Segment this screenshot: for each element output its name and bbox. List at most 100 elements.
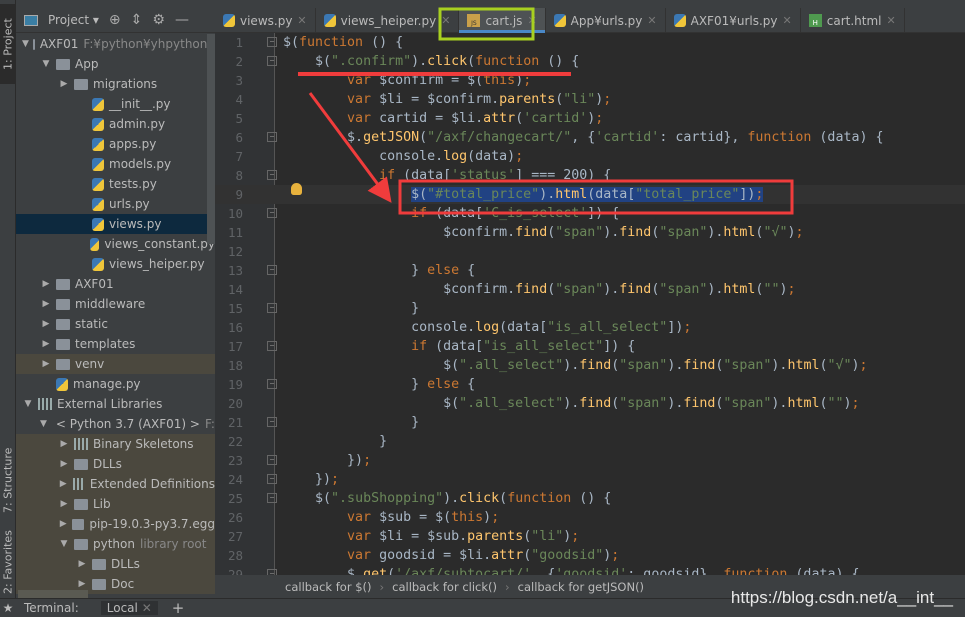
tree-item[interactable]: admin.py (16, 114, 215, 134)
close-icon[interactable]: ✕ (887, 14, 896, 27)
fold-icon[interactable]: − (267, 455, 277, 465)
tab-views-py[interactable]: views.py ✕ (215, 8, 316, 33)
tree-item[interactable]: tests.py (16, 174, 215, 194)
expand-arrow-icon[interactable]: ▶ (40, 299, 52, 309)
tree-item[interactable]: ▶ DLLs (16, 454, 215, 474)
close-icon[interactable]: ✕ (297, 14, 306, 27)
tree-item[interactable]: ▶ DLLs (16, 554, 215, 574)
locate-icon[interactable]: ⊕ (109, 12, 121, 28)
expand-arrow-icon[interactable]: ▶ (58, 459, 70, 469)
tab-cart-html[interactable]: Hcart.html ✕ (801, 8, 905, 33)
code-line[interactable]: 29− $.get('/axf/subtocart/', {'goodsid':… (215, 565, 965, 575)
tree-item[interactable]: views_constant.py (16, 234, 215, 254)
code-line[interactable]: 10 − if (data['C_is_select']) { (215, 204, 965, 223)
code-line[interactable]: 3 var $confirm = $(this); (215, 71, 965, 90)
fold-icon[interactable]: − (267, 493, 277, 503)
star-icon[interactable]: ★ (0, 601, 16, 615)
code-line[interactable]: 20 $(".all_select").find("span").find("s… (215, 394, 965, 413)
code-line[interactable]: 14 $confirm.find("span").find("span").ht… (215, 280, 965, 299)
close-icon[interactable]: ✕ (527, 14, 536, 27)
tree-item[interactable]: ▶ Binary Skeletons (16, 434, 215, 454)
expand-arrow-icon[interactable]: ▶ (58, 479, 69, 489)
expand-arrow-icon[interactable]: ▼ (22, 39, 29, 49)
code-line[interactable]: 6 − $.getJSON("/axf/changecart/", {'carti… (215, 128, 965, 147)
sidebar-horizontal-scrollbar[interactable] (18, 590, 88, 598)
tree-item[interactable]: ▼ App (16, 54, 215, 74)
expand-arrow-icon[interactable]: ▶ (58, 79, 70, 89)
fold-icon[interactable]: − (267, 417, 277, 427)
gear-icon[interactable]: ⚙ (152, 12, 165, 28)
fold-icon[interactable]: − (267, 208, 277, 218)
structure-tool-tab[interactable]: 7: Structure (0, 440, 16, 520)
tree-item[interactable]: urls.py (16, 194, 215, 214)
collapse-all-icon[interactable]: ⇕ (131, 12, 143, 28)
code-line[interactable]: 8 − if (data['status'] === 200) { (215, 166, 965, 185)
terminal-tab-local[interactable]: Local ✕ (100, 601, 158, 615)
project-tool-tab[interactable]: 1: Project (0, 4, 16, 84)
tree-item[interactable]: ▶ templates (16, 334, 215, 354)
expand-arrow-icon[interactable]: ▼ (40, 419, 47, 429)
tree-item[interactable]: ▶ migrations (16, 74, 215, 94)
fold-icon[interactable]: − (267, 132, 277, 142)
code-line[interactable]: 23 − }); (215, 451, 965, 470)
expand-arrow-icon[interactable]: ▼ (58, 539, 70, 549)
lightbulb-icon[interactable] (291, 183, 302, 195)
expand-arrow-icon[interactable]: ▶ (40, 319, 52, 329)
fold-icon[interactable]: − (267, 170, 277, 180)
expand-arrow-icon[interactable]: ▶ (40, 359, 52, 369)
tab-axf01-urls-py[interactable]: AXF01¥urls.py ✕ (666, 8, 801, 33)
tree-item[interactable]: views_heiper.py (16, 254, 215, 274)
favorites-tool-tab[interactable]: 2: Favorites (0, 525, 16, 600)
code-line[interactable]: 15 − } (215, 299, 965, 318)
close-icon[interactable]: ✕ (783, 14, 792, 27)
expand-arrow-icon[interactable]: ▶ (58, 519, 68, 529)
expand-arrow-icon[interactable]: ▶ (40, 279, 52, 289)
tab-views-heiper-py[interactable]: views_heiper.py ✕ (316, 8, 460, 33)
project-view-selector[interactable]: Project ▾ (48, 13, 99, 27)
tree-item[interactable]: ▶ venv (16, 354, 215, 374)
code-line[interactable]: 16 console.log(data["is_all_select"]); (215, 318, 965, 337)
new-terminal-button[interactable]: + (172, 599, 185, 617)
code-line[interactable]: 11 $confirm.find("span").find("span").ht… (215, 223, 965, 242)
expand-arrow-icon[interactable]: ▼ (22, 399, 34, 409)
code-line[interactable]: 1 − $(function () { (215, 33, 965, 52)
terminal-label[interactable]: Terminal: (24, 601, 79, 615)
tree-item[interactable]: ▶ AXF01 (16, 274, 215, 294)
code-line[interactable]: 25 − $(".subShopping").click(function () … (215, 489, 965, 508)
tree-item[interactable]: ▶ Extended Definitions (16, 474, 215, 494)
hide-icon[interactable]: — (175, 12, 189, 28)
tree-item[interactable]: ▶ pip-19.0.3-py3.7.egg (16, 514, 215, 534)
fold-icon[interactable]: − (267, 474, 277, 484)
code-line[interactable]: 5 var cartid = $li.attr('cartid'); (215, 109, 965, 128)
code-line[interactable]: 27 var $li = $sub.parents("li"); (215, 527, 965, 546)
tree-item[interactable]: ▶ static (16, 314, 215, 334)
expand-arrow-icon[interactable]: ▶ (58, 499, 70, 509)
tree-item[interactable]: ▼ External Libraries (16, 394, 215, 414)
code-line[interactable]: 17 − if (data["is_all_select"]) { (215, 337, 965, 356)
breadcrumb-item[interactable]: callback for click() (392, 580, 497, 594)
code-line[interactable]: 26 var $sub = $(this); (215, 508, 965, 527)
tree-item[interactable]: manage.py (16, 374, 215, 394)
fold-icon[interactable]: − (267, 37, 277, 47)
expand-arrow-icon[interactable]: ▶ (76, 579, 88, 589)
breadcrumb-item[interactable]: callback for $() (285, 580, 372, 594)
code-line[interactable]: 22 } (215, 432, 965, 451)
tree-item[interactable]: ▶ Lib (16, 494, 215, 514)
code-editor[interactable]: 1− $(function () {2− $(".confirm").click(… (215, 33, 965, 575)
fold-icon[interactable]: − (267, 341, 277, 351)
code-line[interactable]: 24 − }); (215, 470, 965, 489)
close-icon[interactable]: ✕ (441, 14, 450, 27)
tree-item[interactable]: ▼ python library root (16, 534, 215, 554)
expand-arrow-icon[interactable]: ▶ (40, 339, 52, 349)
code-line[interactable]: 7 console.log(data); (215, 147, 965, 166)
code-line[interactable]: 9 $("#total_price").html(data["total_pri… (215, 185, 965, 204)
tree-item[interactable]: ▶ middleware (16, 294, 215, 314)
expand-arrow-icon[interactable]: ▶ (76, 559, 88, 569)
expand-arrow-icon[interactable]: ▶ (58, 439, 70, 449)
close-icon[interactable]: ✕ (647, 14, 656, 27)
breadcrumb-item[interactable]: callback for getJSON() (518, 580, 644, 594)
tree-item[interactable]: apps.py (16, 134, 215, 154)
tree-item[interactable]: views.py (16, 214, 215, 234)
tree-item[interactable]: __init__.py (16, 94, 215, 114)
tree-item[interactable]: ▼ < Python 3.7 (AXF01) > F:¥ (16, 414, 215, 434)
